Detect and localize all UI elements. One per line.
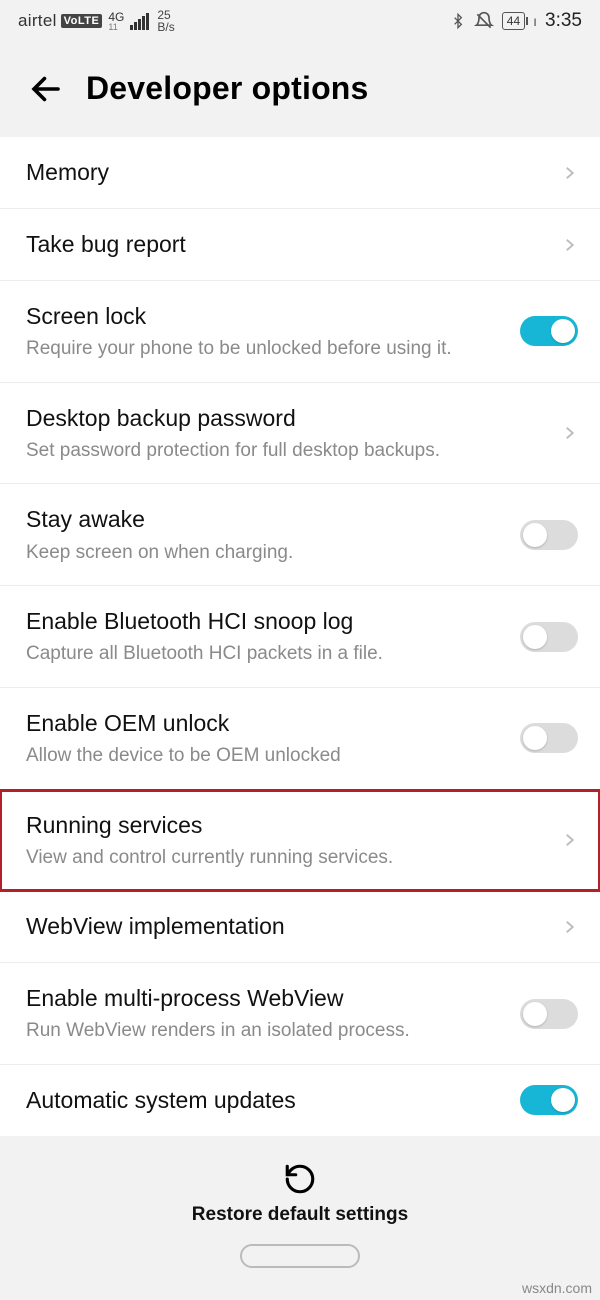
status-left: airtel VoLTE 4G 11 25 B/s [18,9,175,33]
item-title: Enable Bluetooth HCI snoop log [26,606,520,637]
item-desktop-backup[interactable]: Desktop backup password Set password pro… [0,383,600,485]
item-title: Enable OEM unlock [26,708,520,739]
item-mp-webview[interactable]: Enable multi-process WebView Run WebView… [0,963,600,1065]
chevron-right-icon [560,827,578,853]
chevron-right-icon [560,232,578,258]
toggle-oem-unlock[interactable] [520,723,578,753]
net-top: 4G [108,11,124,23]
chevron-right-icon [560,160,578,186]
item-desc: Run WebView renders in an isolated proce… [26,1018,520,1044]
item-bt-hci[interactable]: Enable Bluetooth HCI snoop log Capture a… [0,586,600,688]
network-type: 4G 11 [108,11,124,32]
item-title: Memory [26,157,560,188]
item-desc: Keep screen on when charging. [26,540,520,566]
watermark: wsxdn.com [522,1280,592,1296]
clock: 3:35 [545,10,582,32]
item-title: Desktop backup password [26,403,560,434]
battery-bar-icon: ı [533,13,537,29]
net-bot: 11 [108,23,124,32]
speed-unit: B/s [157,21,174,33]
item-title: Enable multi-process WebView [26,983,520,1014]
item-oem-unlock[interactable]: Enable OEM unlock Allow the device to be… [0,688,600,790]
toggle-screen-lock[interactable] [520,316,578,346]
item-desc: Set password protection for full desktop… [26,438,560,464]
item-title: Stay awake [26,504,520,535]
toggle-auto-updates[interactable] [520,1085,578,1115]
item-desc: Capture all Bluetooth HCI packets in a f… [26,641,520,667]
status-right: 44 ı 3:35 [450,10,582,32]
item-title: WebView implementation [26,911,560,942]
item-memory[interactable]: Memory [0,137,600,209]
nav-pill[interactable] [240,1244,360,1268]
restore-icon [283,1162,317,1196]
item-title: Running services [26,810,560,841]
toggle-mp-webview[interactable] [520,999,578,1029]
volte-badge: VoLTE [61,14,103,28]
net-speed: 25 B/s [157,9,174,33]
back-icon[interactable] [28,71,64,107]
chevron-right-icon [560,914,578,940]
item-desc: Require your phone to be unlocked before… [26,336,520,362]
footer: Restore default settings [0,1136,600,1282]
item-screen-lock[interactable]: Screen lock Require your phone to be unl… [0,281,600,383]
settings-list: Memory Take bug report Screen lock Requi… [0,137,600,1136]
item-title: Screen lock [26,301,520,332]
signal-icon [130,13,149,30]
item-title: Automatic system updates [26,1085,520,1116]
restore-label: Restore default settings [192,1204,408,1226]
toggle-bt-hci[interactable] [520,622,578,652]
item-desc: View and control currently running servi… [26,845,560,871]
restore-defaults-button[interactable]: Restore default settings [0,1162,600,1226]
battery-icon: 44 [502,12,525,30]
app-header: Developer options [0,36,600,137]
page-title: Developer options [86,70,369,107]
mute-icon [474,11,494,31]
item-running-services[interactable]: Running services View and control curren… [0,790,600,892]
bluetooth-icon [450,11,466,31]
item-webview-impl[interactable]: WebView implementation [0,891,600,963]
item-desc: Allow the device to be OEM unlocked [26,743,520,769]
toggle-stay-awake[interactable] [520,520,578,550]
item-bug-report[interactable]: Take bug report [0,209,600,281]
chevron-right-icon [560,420,578,446]
carrier-label: airtel [18,11,57,31]
item-stay-awake[interactable]: Stay awake Keep screen on when charging. [0,484,600,586]
item-auto-updates[interactable]: Automatic system updates [0,1065,600,1136]
status-bar: airtel VoLTE 4G 11 25 B/s 44 ı 3:35 [0,0,600,36]
item-title: Take bug report [26,229,560,260]
